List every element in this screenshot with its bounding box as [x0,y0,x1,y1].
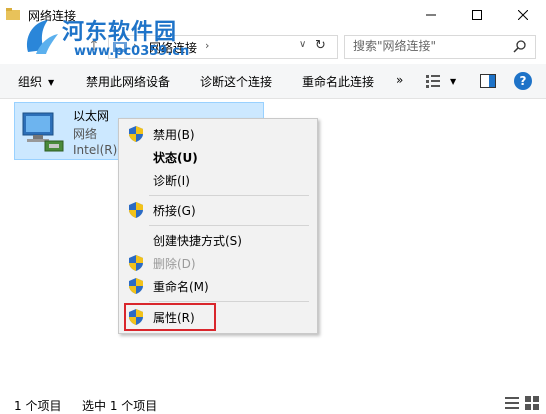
folder-network-icon [6,8,20,20]
dropdown-arrow-icon: ▼ [48,78,55,87]
menu-item-label: 创建快捷方式(S) [153,234,242,248]
menu-item-rename[interactable]: 重命名(M) [119,275,317,297]
menu-item-delete: 删除(D) [119,252,317,274]
connection-name: 以太网 [73,109,110,123]
close-button[interactable] [500,0,546,30]
menu-item-diagnose[interactable]: 诊断(I) [119,169,317,191]
help-icon[interactable]: ? [514,72,532,90]
chevron-right-icon[interactable]: › [205,39,209,52]
network-folder-icon [113,42,127,52]
uac-shield-icon [129,202,143,218]
maximize-icon [472,10,482,20]
details-view-icon[interactable] [504,395,520,411]
window-title: 网络连接 [28,9,77,23]
network-adapter-icon [22,112,64,152]
close-icon [518,10,528,20]
menu-item-label: 诊断(I) [153,174,190,188]
menu-item-status[interactable]: 状态(U) [119,146,317,168]
menu-item-label: 禁用(B) [153,128,195,142]
maximize-button[interactable] [454,0,500,30]
refresh-icon[interactable]: ↻ [315,38,326,53]
large-icons-view-icon[interactable] [524,395,540,411]
menu-item-disable[interactable]: 禁用(B) [119,123,317,145]
menu-item-label: 状态(U) [153,151,198,165]
item-count: 1 个项目 [14,399,62,413]
properties-highlight-box [124,303,216,331]
more-button[interactable]: » [396,73,403,87]
diagnose-button[interactable]: 诊断这个连接 [200,73,272,90]
uac-shield-icon [129,126,143,142]
command-bar: 组织 ▼ 禁用此网络设备 诊断这个连接 重命名此连接 » ▼ ? [0,64,546,99]
organize-button[interactable]: 组织 ▼ [18,73,54,90]
chevron-right-icon[interactable]: › [133,39,137,52]
menu-item-label: 删除(D) [153,257,196,271]
rename-button[interactable]: 重命名此连接 [302,73,374,90]
minimize-button[interactable] [408,0,454,30]
selected-count: 选中 1 个项目 [82,399,158,413]
connection-network: 网络 [73,127,98,141]
context-menu: 禁用(B) 状态(U) 诊断(I) 桥接(G) 创建快捷方式(S) 删除(D) … [118,118,318,334]
title-bar: 网络连接 [0,0,546,30]
menu-item-bridge[interactable]: 桥接(G) [119,199,317,221]
organize-label: 组织 [18,75,43,89]
preview-pane-icon[interactable] [480,74,496,88]
menu-separator [149,301,309,302]
address-bar[interactable]: › 网络连接 › ∨ ↻ [108,35,338,59]
uac-shield-icon [129,278,143,294]
disable-device-button[interactable]: 禁用此网络设备 [86,73,170,90]
search-icon[interactable] [513,39,527,53]
status-bar: 1 个项目 选中 1 个项目 [0,392,546,414]
breadcrumb[interactable]: 网络连接 [149,39,197,56]
menu-item-create-shortcut[interactable]: 创建快捷方式(S) [119,229,317,251]
chevron-down-icon[interactable]: ∨ [299,39,306,50]
search-box[interactable] [344,35,536,59]
minimize-icon [426,14,436,16]
up-arrow-icon[interactable]: ↑ [88,38,100,54]
menu-separator [149,195,309,196]
change-view-icon[interactable] [426,74,440,88]
menu-separator [149,225,309,226]
search-input[interactable] [351,38,505,54]
menu-item-label: 重命名(M) [153,280,209,294]
uac-shield-icon [129,255,143,271]
menu-item-label: 桥接(G) [153,204,196,218]
view-dropdown-arrow-icon[interactable]: ▼ [450,77,456,86]
